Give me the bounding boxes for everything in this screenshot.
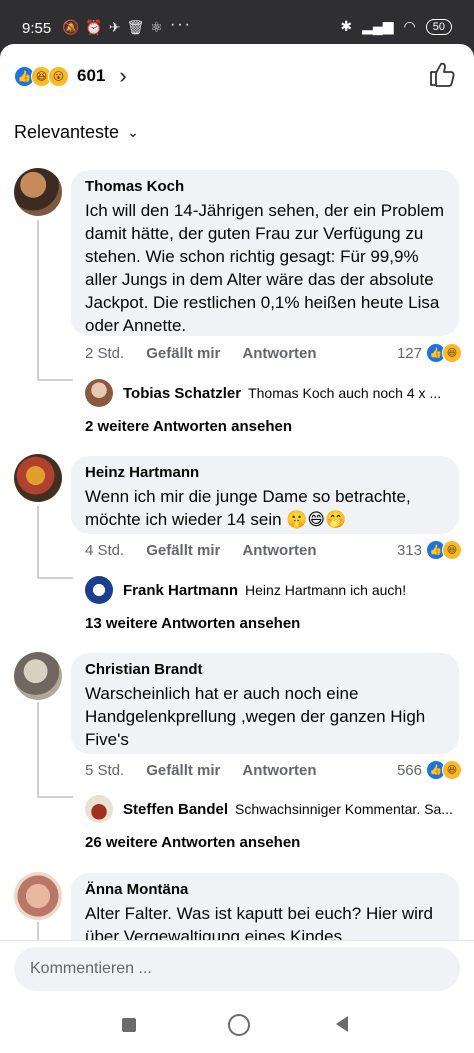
view-more-replies-button[interactable]: 13 weitere Antworten ansehen — [85, 615, 300, 632]
back-icon[interactable] — [336, 1016, 348, 1032]
comment-text: Ich will den 14-Jährigen sehen, der ein … — [85, 201, 445, 335]
reaction-count: 601 — [77, 66, 106, 85]
comment-bubble: Heinz Hartmann Wenn ich mir die junge Da… — [71, 456, 459, 534]
reaction-number: 313 — [396, 541, 422, 559]
reaction-number: 127 — [396, 344, 422, 362]
notification-icons: 🔕⏰✈🗑⚛ — [62, 19, 169, 35]
like-button[interactable]: Gefällt mir — [146, 542, 220, 559]
comment-actions: 2 Std. Gefällt mir Antworten — [85, 345, 317, 362]
comment-time[interactable]: 4 Std. — [85, 542, 124, 559]
reply-button[interactable]: Antworten — [242, 762, 316, 779]
haha-reaction-icon: 😆 — [442, 760, 462, 780]
thread-line — [37, 220, 39, 380]
thread-branch — [37, 577, 73, 579]
comment-author[interactable]: Heinz Hartmann — [85, 464, 445, 481]
reply-author: Steffen Bandel — [123, 800, 229, 818]
like-button[interactable]: Gefällt mir — [146, 762, 220, 779]
thread-branch — [37, 796, 73, 798]
signal-icon: ▂▄▆ — [362, 18, 394, 34]
chevron-right-icon: › — [119, 63, 127, 88]
comment-author[interactable]: Christian Brandt — [85, 661, 445, 678]
comment-author[interactable]: Änna Montäna — [85, 881, 445, 898]
avatar[interactable] — [14, 652, 62, 700]
home-icon[interactable] — [228, 1014, 250, 1036]
reply-avatar — [85, 795, 113, 823]
comment-time[interactable]: 5 Std. — [85, 762, 124, 779]
thread-line — [37, 702, 39, 797]
reply-author: Tobias Schatzler — [123, 384, 242, 402]
comment-reactions[interactable]: 566 👍 😆 — [396, 760, 462, 780]
comment-text: Warscheinlich hat er auch noch eine Hand… — [85, 684, 426, 749]
comment-author[interactable]: Thomas Koch — [85, 178, 445, 195]
sort-dropdown[interactable]: Relevanteste ⌄ — [14, 122, 139, 143]
reply-text: Schwachsinniger Kommentar. Sa... — [235, 801, 453, 817]
reply-author: Frank Hartmann — [123, 581, 239, 599]
reply-preview[interactable]: Tobias Schatzler Thomas Koch auch noch 4… — [85, 379, 441, 407]
chevron-down-icon: ⌄ — [127, 124, 139, 140]
comment-reactions[interactable]: 127 👍 😆 — [396, 343, 462, 363]
thread-branch — [37, 379, 73, 381]
reaction-summary[interactable]: 👍 😆 😮 601 › — [14, 62, 127, 90]
wifi-icon: ◠ — [403, 18, 416, 34]
reply-avatar — [85, 576, 113, 604]
reply-text: Heinz Hartmann ich auch! — [245, 582, 407, 598]
bluetooth-icon: ✱ — [340, 18, 353, 34]
avatar[interactable] — [14, 454, 62, 502]
reply-text: Thomas Koch auch noch 4 x ... — [248, 385, 442, 401]
clock: 9:55 — [22, 20, 52, 37]
thread-line — [37, 506, 39, 578]
system-nav-bar — [0, 1000, 474, 1053]
comment-composer: Kommentieren ... — [0, 940, 474, 1001]
like-button[interactable]: Gefällt mir — [146, 345, 220, 362]
more-notifications-icon: ··· — [170, 16, 192, 33]
reply-avatar — [85, 379, 113, 407]
comment-reactions[interactable]: 313 👍 😆 — [396, 540, 462, 560]
avatar[interactable] — [14, 872, 62, 920]
reply-button[interactable]: Antworten — [242, 345, 316, 362]
comment-actions: 5 Std. Gefällt mir Antworten — [85, 762, 317, 779]
comments-sheet: 👍 😆 😮 601 › Relevanteste ⌄ Thomas Koch I… — [0, 44, 474, 1053]
comment-text: Wenn ich mir die junge Dame so betrachte… — [85, 487, 411, 529]
comment-bubble: Christian Brandt Warscheinlich hat er au… — [71, 653, 459, 754]
reaction-number: 566 — [396, 761, 422, 779]
thread-line — [37, 922, 39, 942]
haha-reaction-icon: 😆 — [442, 540, 462, 560]
comment-bubble: Thomas Koch Ich will den 14-Jährigen seh… — [71, 170, 459, 336]
reply-preview[interactable]: Steffen Bandel Schwachsinniger Kommentar… — [85, 795, 453, 823]
view-more-replies-button[interactable]: 2 weitere Antworten ansehen — [85, 418, 292, 435]
comment-time[interactable]: 2 Std. — [85, 345, 124, 362]
avatar[interactable] — [14, 168, 62, 216]
view-more-replies-button[interactable]: 26 weitere Antworten ansehen — [85, 834, 300, 851]
like-thumb-icon[interactable] — [428, 60, 456, 88]
system-icons: ✱ ▂▄▆ ◠ 50 — [340, 18, 452, 35]
battery-icon: 50 — [425, 18, 452, 35]
comment-input[interactable]: Kommentieren ... — [14, 947, 460, 991]
comment-actions: 4 Std. Gefällt mir Antworten — [85, 542, 317, 559]
reply-button[interactable]: Antworten — [242, 542, 316, 559]
reply-preview[interactable]: Frank Hartmann Heinz Hartmann ich auch! — [85, 576, 406, 604]
sort-label: Relevanteste — [14, 122, 120, 142]
haha-reaction-icon: 😆 — [442, 343, 462, 363]
recents-icon[interactable] — [122, 1018, 136, 1032]
wow-reaction-icon: 😮 — [48, 65, 69, 87]
